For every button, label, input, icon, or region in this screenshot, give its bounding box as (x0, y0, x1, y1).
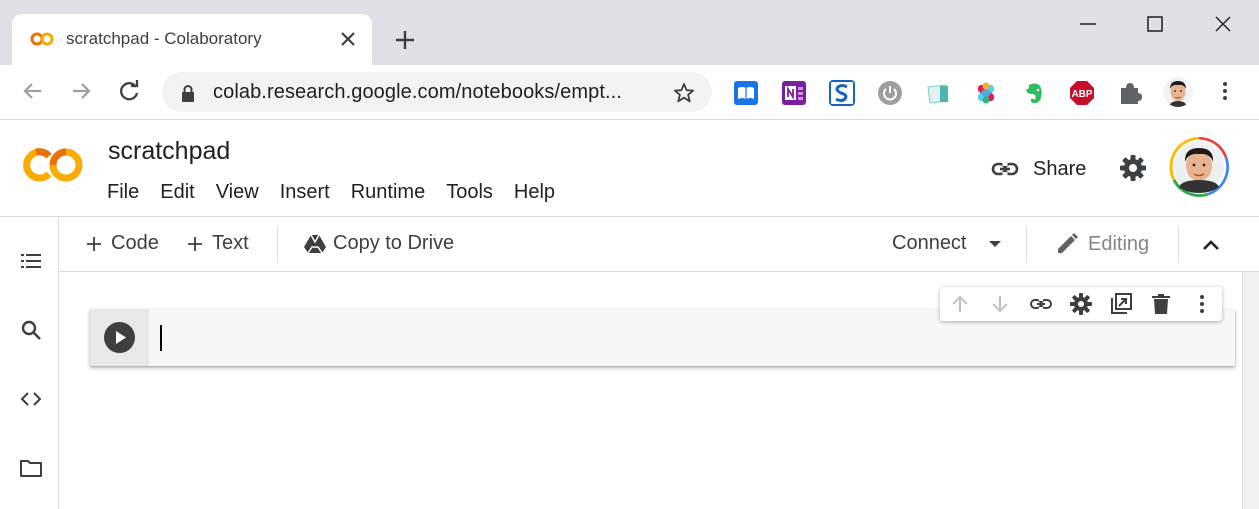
toolbar-divider (277, 227, 278, 263)
reader-icon[interactable] (733, 80, 759, 106)
onenote-icon[interactable] (781, 80, 807, 106)
link-to-cell-icon[interactable] (1029, 292, 1053, 316)
menu-bar: File Edit View Insert Runtime Tools Help (107, 181, 576, 204)
cell-settings-gear-icon[interactable] (1069, 292, 1093, 316)
colab-logo-icon[interactable] (22, 146, 84, 184)
more-options-icon[interactable] (1190, 292, 1214, 316)
menu-file[interactable]: File (107, 181, 139, 204)
share-label: Share (1033, 157, 1087, 180)
menu-view[interactable]: View (216, 181, 259, 204)
link-icon (991, 162, 1019, 176)
pencil-icon (1058, 233, 1078, 253)
plus-icon (87, 236, 101, 251)
forward-icon[interactable] (68, 78, 94, 104)
browser-tab-strip: scratchpad - Colaboratory (0, 0, 1259, 65)
browser-toolbar: colab.research.google.com/notebooks/empt… (0, 65, 1259, 120)
play-icon (116, 331, 126, 344)
account-avatar[interactable] (1169, 137, 1229, 197)
move-cell-up-icon[interactable] (948, 292, 972, 316)
lock-icon[interactable] (180, 84, 196, 102)
menu-insert[interactable]: Insert (280, 181, 330, 204)
add-code-label: Code (111, 232, 159, 254)
back-icon[interactable] (20, 78, 46, 104)
power-icon[interactable] (877, 80, 903, 106)
move-cell-down-icon[interactable] (988, 292, 1012, 316)
connect-label: Connect (892, 232, 967, 254)
add-code-button[interactable]: Code (84, 232, 159, 255)
abp-icon[interactable]: ABP (1069, 80, 1095, 106)
google-drive-icon (304, 234, 326, 253)
mirror-cell-icon[interactable] (1109, 292, 1133, 316)
code-snippets-icon[interactable] (19, 387, 43, 411)
menu-tools[interactable]: Tools (446, 181, 493, 204)
delete-cell-trash-icon[interactable] (1149, 292, 1173, 316)
vertical-scrollbar[interactable] (1242, 272, 1259, 509)
notebook-main (59, 272, 1242, 509)
files-folder-icon[interactable] (19, 456, 43, 480)
s-icon[interactable] (829, 80, 855, 106)
toolbar-divider (1026, 227, 1027, 263)
abp-text: ABP (1071, 89, 1092, 100)
evernote-icon[interactable] (1021, 80, 1047, 106)
add-text-button[interactable]: Text (185, 232, 249, 255)
bookmark-star-icon[interactable] (672, 81, 696, 105)
table-of-contents-icon[interactable] (19, 249, 43, 273)
connect-button[interactable]: Connect (892, 232, 1003, 255)
menu-runtime[interactable]: Runtime (351, 181, 425, 204)
minimize-icon[interactable] (1076, 12, 1100, 36)
notebook-toolbar: Code Text Copy to Drive Connect Editing (59, 217, 1259, 272)
tab-close-icon[interactable] (338, 29, 358, 49)
menu-help[interactable]: Help (514, 181, 555, 204)
toolbar-divider (1178, 227, 1179, 263)
reload-icon[interactable] (116, 78, 142, 104)
tab-title: scratchpad - Colaboratory (66, 29, 262, 48)
url-text: colab.research.google.com/notebooks/empt… (213, 81, 622, 103)
collapse-header-chevron-icon[interactable] (1200, 234, 1222, 256)
search-icon[interactable] (19, 318, 43, 342)
browser-tab[interactable]: scratchpad - Colaboratory (12, 14, 372, 65)
puzzle-icon[interactable] (1117, 80, 1143, 106)
run-cell-button[interactable] (104, 322, 135, 353)
note-icon[interactable] (925, 80, 951, 106)
window-close-icon[interactable] (1211, 12, 1235, 36)
colab-favicon-icon (30, 32, 54, 46)
chrome-menu-icon[interactable] (1212, 78, 1238, 104)
colab-header: scratchpad File Edit View Insert Runtime… (0, 120, 1259, 217)
editing-label: Editing (1088, 232, 1150, 255)
left-sidebar (0, 217, 59, 509)
cell-gutter (90, 309, 149, 366)
address-bar[interactable]: colab.research.google.com/notebooks/empt… (162, 72, 712, 112)
share-button[interactable]: Share (990, 154, 1086, 184)
dropdown-arrow-icon[interactable] (987, 236, 1003, 252)
new-tab-icon[interactable] (392, 27, 418, 53)
slack-icon[interactable] (973, 80, 999, 106)
cell-toolbar (940, 287, 1222, 321)
add-text-label: Text (212, 232, 249, 254)
notebook-title[interactable]: scratchpad (108, 137, 230, 166)
maximize-icon[interactable] (1143, 12, 1167, 36)
copy-to-drive-label: Copy to Drive (333, 232, 455, 254)
text-cursor (160, 325, 162, 351)
profile-avatar-icon[interactable] (1163, 77, 1193, 107)
plus-icon (188, 236, 202, 251)
menu-edit[interactable]: Edit (160, 181, 194, 204)
settings-gear-icon[interactable] (1118, 153, 1148, 183)
copy-to-drive-button[interactable]: Copy to Drive (304, 232, 454, 255)
editing-mode-button[interactable]: Editing (1055, 232, 1149, 256)
